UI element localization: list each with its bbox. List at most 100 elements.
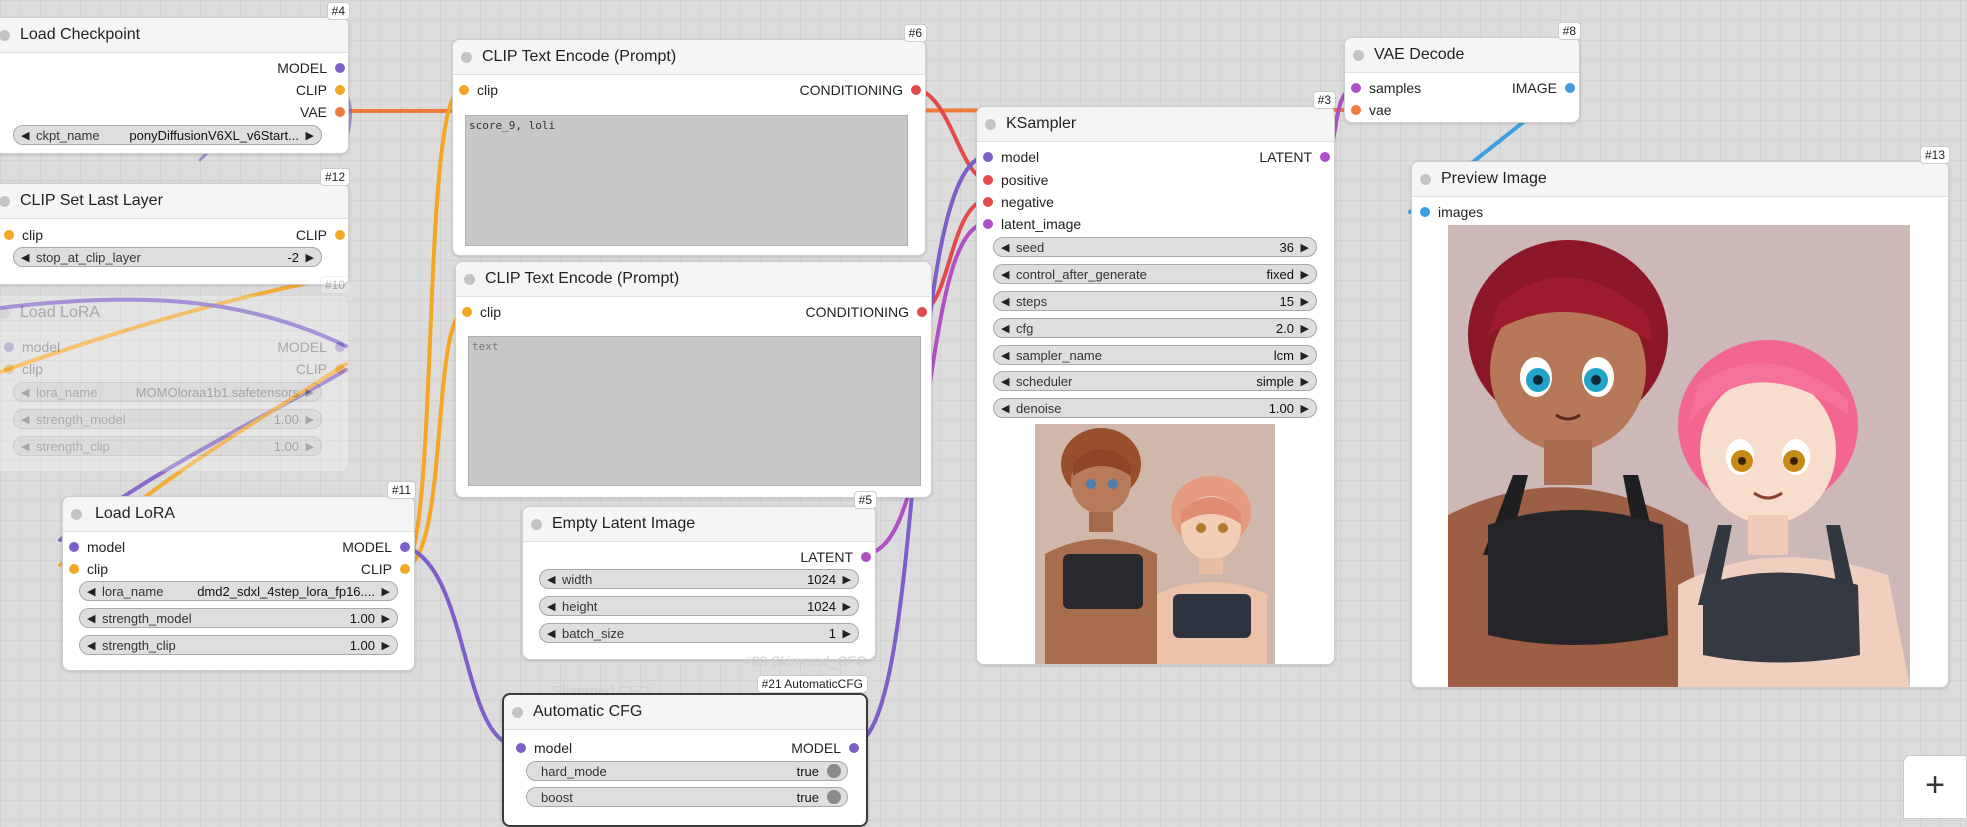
node-automatic-cfg[interactable]: Automatic CFG #21 AutomaticCFG model MOD…: [502, 675, 868, 827]
collapse-dot-icon[interactable]: [0, 308, 10, 319]
node-clip-text-encode-negative[interactable]: CLIP Text Encode (Prompt) clip CONDITION…: [455, 261, 932, 498]
scheduler-widget[interactable]: ◀ scheduler simple ▶: [993, 371, 1317, 391]
clip-socket-icon[interactable]: [462, 307, 472, 317]
output-clip[interactable]: CLIP: [296, 361, 345, 377]
arrow-right-icon[interactable]: ▶: [1301, 346, 1309, 364]
arrow-left-icon[interactable]: ◀: [21, 437, 29, 455]
arrow-left-icon[interactable]: ◀: [1001, 292, 1009, 310]
node-load-lora-bypassed[interactable]: Load LoRA #10 model clip MODEL CLIP ◀ lo…: [0, 276, 350, 472]
clip-socket-icon[interactable]: [400, 564, 410, 574]
batch-size-widget[interactable]: ◀ batch_size 1 ▶: [539, 623, 859, 643]
collapse-dot-icon[interactable]: [1353, 50, 1364, 61]
arrow-right-icon[interactable]: ▶: [382, 582, 390, 600]
arrow-left-icon[interactable]: ◀: [21, 383, 29, 401]
input-negative[interactable]: negative: [983, 194, 1054, 210]
conditioning-socket-icon[interactable]: [983, 175, 993, 185]
arrow-right-icon[interactable]: ▶: [1301, 265, 1309, 283]
collapse-dot-icon[interactable]: [71, 509, 82, 520]
latent-socket-icon[interactable]: [1351, 83, 1361, 93]
output-clip[interactable]: CLIP: [296, 82, 345, 98]
arrow-right-icon[interactable]: ▶: [843, 570, 851, 588]
node-clip-set-last-layer[interactable]: CLIP Set Last Layer #12 clip CLIP ◀ stop…: [0, 168, 350, 285]
clip-socket-icon[interactable]: [335, 85, 345, 95]
input-clip[interactable]: clip: [4, 227, 43, 243]
node-header[interactable]: Automatic CFG #21 AutomaticCFG: [504, 675, 868, 730]
latent-socket-icon[interactable]: [1320, 152, 1330, 162]
node-header[interactable]: VAE Decode #8: [1345, 22, 1581, 73]
arrow-left-icon[interactable]: ◀: [21, 410, 29, 428]
vae-socket-icon[interactable]: [335, 107, 345, 117]
arrow-left-icon[interactable]: ◀: [547, 570, 555, 588]
model-socket-icon[interactable]: [335, 63, 345, 73]
node-header[interactable]: Empty Latent Image #5: [523, 491, 877, 542]
arrow-left-icon[interactable]: ◀: [1001, 238, 1009, 256]
arrow-left-icon[interactable]: ◀: [87, 582, 95, 600]
toggle-knob-icon[interactable]: [827, 764, 841, 778]
strength-clip-widget[interactable]: ◀ strength_clip 1.00 ▶: [13, 436, 322, 456]
model-socket-icon[interactable]: [4, 342, 14, 352]
arrow-left-icon[interactable]: ◀: [1001, 372, 1009, 390]
arrow-left-icon[interactable]: ◀: [1001, 346, 1009, 364]
arrow-left-icon[interactable]: ◀: [547, 597, 555, 615]
ckpt-name-widget[interactable]: ◀ ckpt_name ponyDiffusionV6XL_v6Start...…: [13, 125, 322, 145]
output-conditioning[interactable]: CONDITIONING: [800, 82, 921, 98]
node-header[interactable]: KSampler #3: [977, 91, 1336, 142]
conditioning-socket-icon[interactable]: [983, 197, 993, 207]
arrow-left-icon[interactable]: ◀: [547, 624, 555, 642]
arrow-left-icon[interactable]: ◀: [1001, 265, 1009, 283]
clip-socket-icon[interactable]: [4, 364, 14, 374]
strength-model-widget[interactable]: ◀ strength_model 1.00 ▶: [13, 409, 322, 429]
control-after-generate-widget[interactable]: ◀ control_after_generate fixed ▶: [993, 264, 1317, 284]
denoise-widget[interactable]: ◀ denoise 1.00 ▶: [993, 398, 1317, 418]
collapse-dot-icon[interactable]: [0, 196, 10, 207]
node-header[interactable]: Load LoRA #11: [63, 481, 416, 532]
output-conditioning[interactable]: CONDITIONING: [806, 304, 927, 320]
stop-at-clip-layer-widget[interactable]: ◀ stop_at_clip_layer -2 ▶: [13, 247, 322, 267]
node-header[interactable]: CLIP Set Last Layer #12: [0, 168, 350, 219]
collapse-dot-icon[interactable]: [531, 519, 542, 530]
output-model[interactable]: MODEL: [342, 539, 410, 555]
input-model[interactable]: model: [516, 740, 572, 756]
prompt-textarea[interactable]: text: [468, 336, 921, 486]
collapse-dot-icon[interactable]: [1420, 174, 1431, 185]
image-socket-icon[interactable]: [1565, 83, 1575, 93]
clip-socket-icon[interactable]: [4, 230, 14, 240]
input-clip[interactable]: clip: [69, 561, 108, 577]
image-socket-icon[interactable]: [1420, 207, 1430, 217]
lora-name-widget[interactable]: ◀ lora_name dmd2_sdxl_4step_lora_fp16...…: [79, 581, 398, 601]
collapse-dot-icon[interactable]: [512, 707, 523, 718]
arrow-right-icon[interactable]: ▶: [1301, 399, 1309, 417]
input-clip[interactable]: clip: [462, 304, 501, 320]
input-model[interactable]: model: [983, 149, 1039, 165]
arrow-left-icon[interactable]: ◀: [1001, 319, 1009, 337]
arrow-right-icon[interactable]: ▶: [843, 624, 851, 642]
arrow-left-icon[interactable]: ◀: [87, 636, 95, 654]
clip-socket-icon[interactable]: [335, 364, 345, 374]
hard-mode-toggle[interactable]: hard_mode true: [526, 761, 848, 781]
node-load-lora[interactable]: Load LoRA #11 model clip MODEL CLIP ◀ lo…: [62, 481, 416, 671]
node-header[interactable]: CLIP Text Encode (Prompt): [456, 262, 931, 297]
arrow-right-icon[interactable]: ▶: [306, 410, 314, 428]
lora-name-widget[interactable]: ◀ lora_name MOMOloraa1b1.safetensors ▶: [13, 382, 322, 402]
output-vae[interactable]: VAE: [300, 104, 345, 120]
arrow-right-icon[interactable]: ▶: [1301, 292, 1309, 310]
arrow-right-icon[interactable]: ▶: [1301, 238, 1309, 256]
output-image[interactable]: IMAGE: [1512, 80, 1575, 96]
clip-socket-icon[interactable]: [69, 564, 79, 574]
output-clip[interactable]: CLIP: [296, 227, 345, 243]
clip-socket-icon[interactable]: [335, 230, 345, 240]
sampler-name-widget[interactable]: ◀ sampler_name lcm ▶: [993, 345, 1317, 365]
collapse-dot-icon[interactable]: [985, 119, 996, 130]
output-model[interactable]: MODEL: [277, 60, 345, 76]
model-socket-icon[interactable]: [849, 743, 859, 753]
input-model[interactable]: model: [69, 539, 125, 555]
node-clip-text-encode-positive[interactable]: CLIP Text Encode (Prompt) #6 clip CONDIT…: [452, 24, 927, 256]
input-samples[interactable]: samples: [1351, 80, 1421, 96]
add-node-button[interactable]: +: [1903, 755, 1967, 819]
input-images[interactable]: images: [1420, 204, 1483, 220]
model-socket-icon[interactable]: [400, 542, 410, 552]
latent-socket-icon[interactable]: [861, 552, 871, 562]
node-load-checkpoint[interactable]: Load Checkpoint #4 MODEL CLIP VAE ◀ ckpt…: [0, 2, 350, 154]
collapse-dot-icon[interactable]: [0, 30, 10, 41]
clip-socket-icon[interactable]: [459, 85, 469, 95]
